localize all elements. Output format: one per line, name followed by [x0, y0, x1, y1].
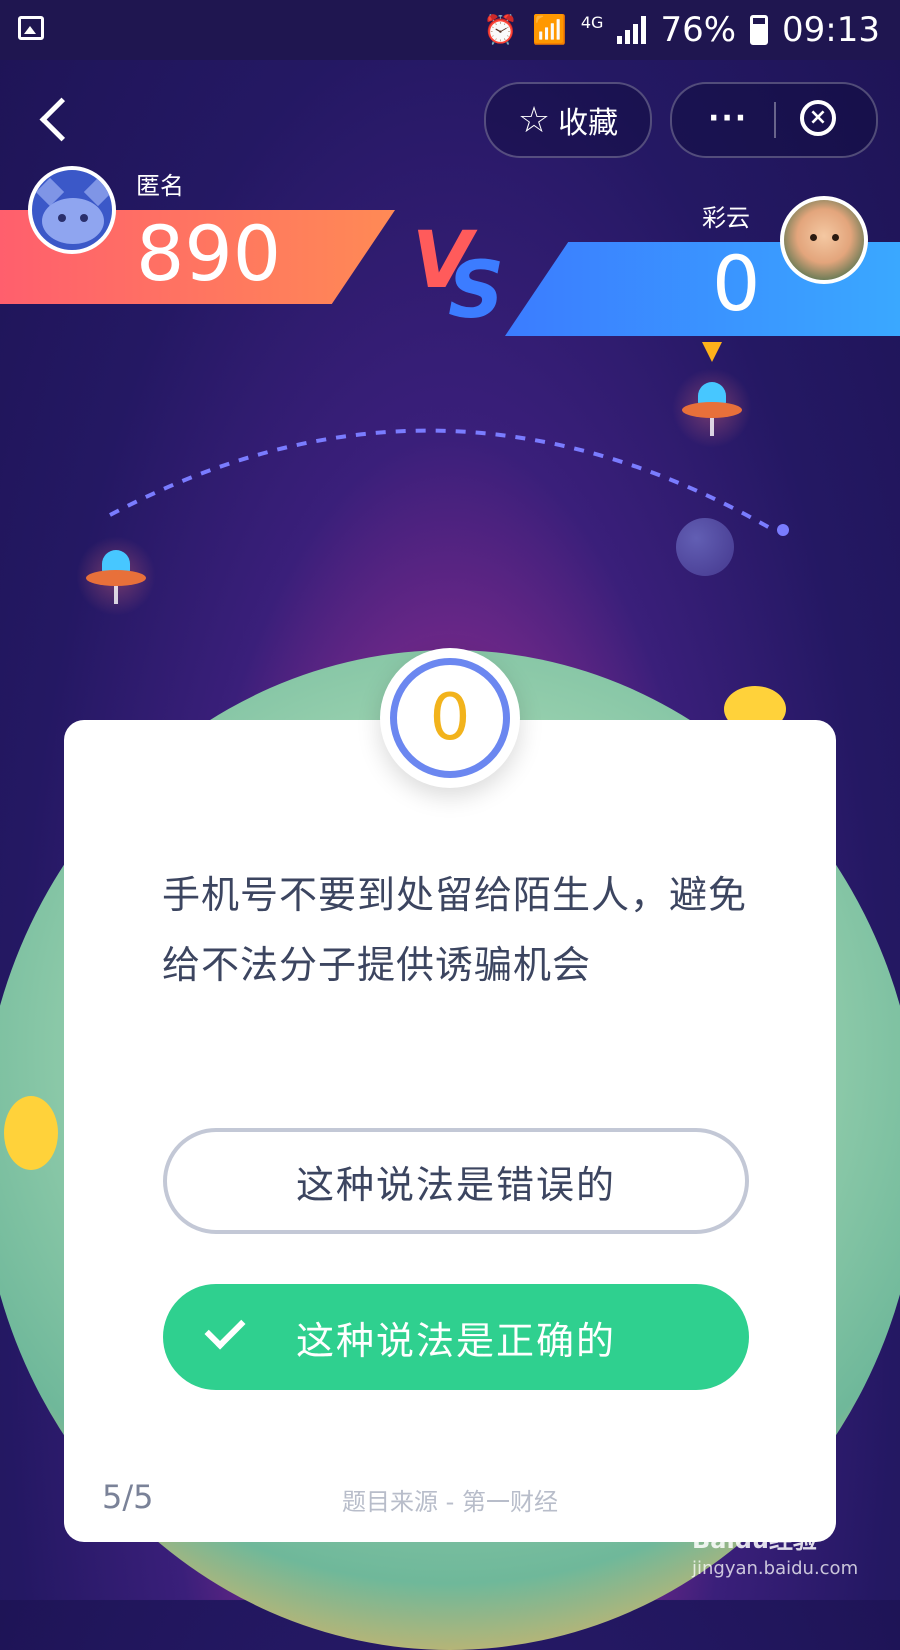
timer-value: 0 [429, 681, 471, 755]
countdown-timer: 0 [380, 648, 520, 788]
clock: 09:13 [782, 10, 880, 50]
close-icon[interactable]: × [800, 100, 836, 136]
watermark-url: jingyan.baidu.com [692, 1558, 859, 1579]
watermark-brand: Baidu经验 [692, 1526, 817, 1554]
player-right-score: 0 [712, 239, 761, 328]
player-left-score: 890 [136, 209, 282, 298]
capsule-divider [774, 102, 776, 138]
player-left-name: 匿名 [136, 172, 184, 200]
more-icon[interactable]: ··· [708, 104, 748, 134]
avatar-right [780, 196, 868, 284]
capsule-menu: ··· × [670, 82, 878, 158]
network-type: 4G [580, 12, 604, 32]
star-icon: ☆ [517, 99, 551, 141]
ufo-right-icon [672, 368, 752, 448]
battery-percent: 76% [660, 10, 737, 50]
player-right-name: 彩云 [702, 204, 750, 232]
avatar-left [28, 166, 116, 254]
question-source: 题目来源 - 第一财经 [342, 1488, 558, 1516]
favorite-label: 收藏 [558, 106, 619, 141]
position-marker-icon [702, 342, 722, 362]
vs-letter-s: S [448, 246, 505, 336]
answer-option-wrong[interactable]: 这种说法是错误的 [163, 1128, 749, 1234]
question-text: 手机号不要到处留给陌生人，避免给不法分子提供诱骗机会 [162, 873, 748, 987]
option-label: 这种说法是正确的 [295, 1318, 616, 1363]
answer-option-correct[interactable]: 这种说法是正确的 [163, 1284, 749, 1390]
back-icon[interactable] [36, 96, 76, 140]
wifi-icon: 📶 [531, 13, 567, 46]
battery-icon [750, 15, 769, 45]
favorite-button[interactable]: ☆ 收藏 [484, 82, 652, 158]
option-label: 这种说法是错误的 [295, 1162, 616, 1207]
yellow-hand-deco [4, 1096, 58, 1170]
ufo-left-icon [76, 536, 156, 616]
check-icon [204, 1308, 246, 1350]
signal-icon [617, 16, 647, 44]
image-icon [18, 16, 44, 40]
alarm-icon: ⏰ [483, 13, 518, 46]
status-bar: ⏰ 📶 4G 76% 09:13 [0, 0, 900, 60]
small-planet [676, 518, 734, 576]
